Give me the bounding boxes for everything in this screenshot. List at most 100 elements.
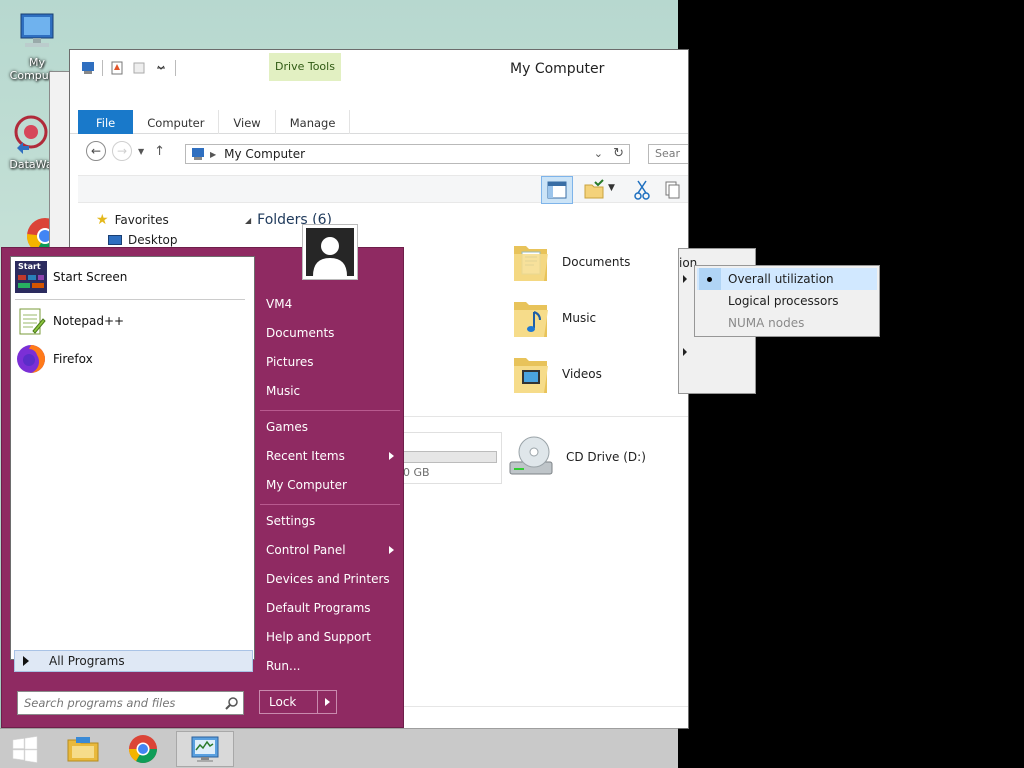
start-link-settings[interactable]: Settings (266, 507, 400, 535)
task-manager-icon (191, 736, 219, 762)
start-link-help-and-support[interactable]: Help and Support (266, 623, 400, 651)
program-notepad-plus-plus[interactable]: Notepad++ (15, 303, 124, 339)
properties-icon[interactable] (109, 60, 125, 76)
search-icon[interactable] (225, 696, 239, 710)
nav-item-label: Favorites (114, 213, 169, 227)
star-icon: ★ (96, 212, 109, 228)
datawa-icon (9, 112, 53, 156)
copy-icon[interactable] (663, 179, 681, 201)
start-link-pictures[interactable]: Pictures (266, 348, 400, 376)
tile-block (18, 283, 30, 288)
program-label: Notepad++ (53, 314, 125, 328)
firefox-icon (17, 345, 45, 373)
nav-item-favorites[interactable]: ★ Favorites (80, 210, 240, 230)
start-button[interactable] (0, 731, 50, 767)
start-search-input[interactable] (18, 692, 218, 714)
taskbar-chrome-button[interactable] (114, 731, 172, 767)
chevron-down-icon[interactable]: ▼ (608, 183, 615, 193)
back-button[interactable]: ← (86, 141, 106, 161)
graph-submenu: Overall utilization Logical processors N… (694, 265, 880, 337)
user-picture (306, 228, 354, 276)
user-avatar[interactable] (302, 224, 358, 280)
program-label: Start Screen (53, 270, 128, 284)
start-link-control-panel[interactable]: Control Panel (266, 536, 400, 564)
link-label: Documents (266, 326, 335, 340)
title-bar[interactable]: Drive Tools My Computer (70, 50, 688, 88)
taskbar-explorer-button[interactable] (54, 731, 112, 767)
tab-view[interactable]: View (219, 110, 276, 134)
tab-file[interactable]: File (78, 110, 134, 134)
menu-item-overall-utilization[interactable]: Overall utilization (697, 268, 877, 290)
desktop-small-icon (108, 235, 122, 245)
menu-item-label: NUMA nodes (728, 316, 805, 330)
videos-folder-icon (514, 358, 548, 393)
music-folder-icon (514, 302, 548, 337)
taskbar (0, 728, 678, 768)
tile-block (18, 275, 26, 280)
start-link-default-programs[interactable]: Default Programs (266, 594, 400, 622)
refresh-icon[interactable]: ↻ (613, 146, 624, 161)
cd-drive-tile[interactable]: CD Drive (D:) (508, 434, 646, 480)
start-link-user[interactable]: VM4 (266, 290, 400, 318)
menu-item-logical-processors[interactable]: Logical processors (695, 290, 879, 312)
start-links-divider (260, 504, 400, 505)
start-link-run[interactable]: Run... (266, 652, 400, 680)
folder-label: Documents (562, 255, 631, 269)
tab-manage[interactable]: Manage (276, 110, 351, 134)
group-divider (390, 416, 688, 417)
taskbar-task-manager-button[interactable] (176, 731, 234, 767)
link-label: Games (266, 420, 308, 434)
local-disk-tile-fragment[interactable]: 0 GB (400, 432, 502, 484)
ribbon-tabs: File Computer View Manage (70, 110, 688, 134)
start-link-documents[interactable]: Documents (266, 319, 400, 347)
lock-button[interactable]: Lock (260, 691, 318, 713)
cd-drive-icon (509, 436, 553, 475)
navigation-pane: ★ Favorites Desktop (80, 210, 240, 250)
tab-computer[interactable]: Computer (133, 110, 220, 134)
folder-music[interactable]: Music (510, 294, 596, 342)
tile-block (32, 283, 44, 288)
power-options-button[interactable] (318, 691, 336, 713)
search-input[interactable]: Sear (648, 144, 688, 164)
rename-icon[interactable] (131, 60, 147, 76)
all-programs-label: All Programs (49, 654, 125, 668)
program-start-screen[interactable]: Start Start Screen (15, 259, 127, 295)
chevron-down-icon[interactable] (153, 60, 169, 76)
documents-folder-icon (514, 246, 548, 281)
preview-pane-button[interactable] (541, 176, 573, 204)
nav-item-label: Desktop (128, 233, 178, 247)
menu-item-label: Logical processors (728, 294, 839, 308)
link-label: Recent Items (266, 449, 345, 463)
link-label: VM4 (266, 297, 293, 311)
view-toolbar: ▼ (78, 175, 688, 204)
cd-drive-label: CD Drive (D:) (566, 450, 646, 464)
all-programs-button[interactable]: All Programs (14, 650, 253, 672)
address-dropdown-chevron-icon[interactable]: ⌄ (594, 147, 603, 160)
forward-button[interactable]: → (112, 141, 132, 161)
folder-documents[interactable]: Documents (510, 238, 630, 286)
drive-tools-context-tab[interactable]: Drive Tools (269, 53, 341, 81)
programs-divider (15, 299, 245, 300)
folder-options-icon[interactable] (583, 179, 605, 201)
start-link-recent-items[interactable]: Recent Items (266, 442, 400, 470)
program-firefox[interactable]: Firefox (15, 341, 93, 377)
start-search-box[interactable] (17, 691, 244, 715)
computer-icon (15, 10, 59, 54)
menu-item-numa-nodes: NUMA nodes (695, 312, 879, 334)
drive-size-text: 0 GB (403, 466, 430, 479)
link-label: Default Programs (266, 601, 371, 615)
cut-icon[interactable] (633, 179, 651, 201)
start-link-games[interactable]: Games (266, 413, 400, 441)
folder-label: Music (562, 311, 597, 325)
up-arrow-icon[interactable]: ↑ (154, 144, 165, 159)
start-link-my-computer[interactable]: My Computer (266, 471, 400, 499)
programs-list: Start Start Screen Notepad++ Firefox All… (10, 256, 255, 672)
start-link-music[interactable]: Music (266, 377, 400, 405)
start-screen-icon-text: Start (18, 262, 41, 271)
start-link-devices-and-printers[interactable]: Devices and Printers (266, 565, 400, 593)
address-bar[interactable]: ▶ My Computer ⌄ ↻ (185, 144, 630, 164)
computer-small-icon (82, 62, 94, 74)
breadcrumb-separator-icon: ▶ (210, 149, 217, 159)
recent-locations-chevron-icon[interactable]: ▼ (138, 147, 144, 156)
folder-videos[interactable]: Videos (510, 350, 602, 398)
